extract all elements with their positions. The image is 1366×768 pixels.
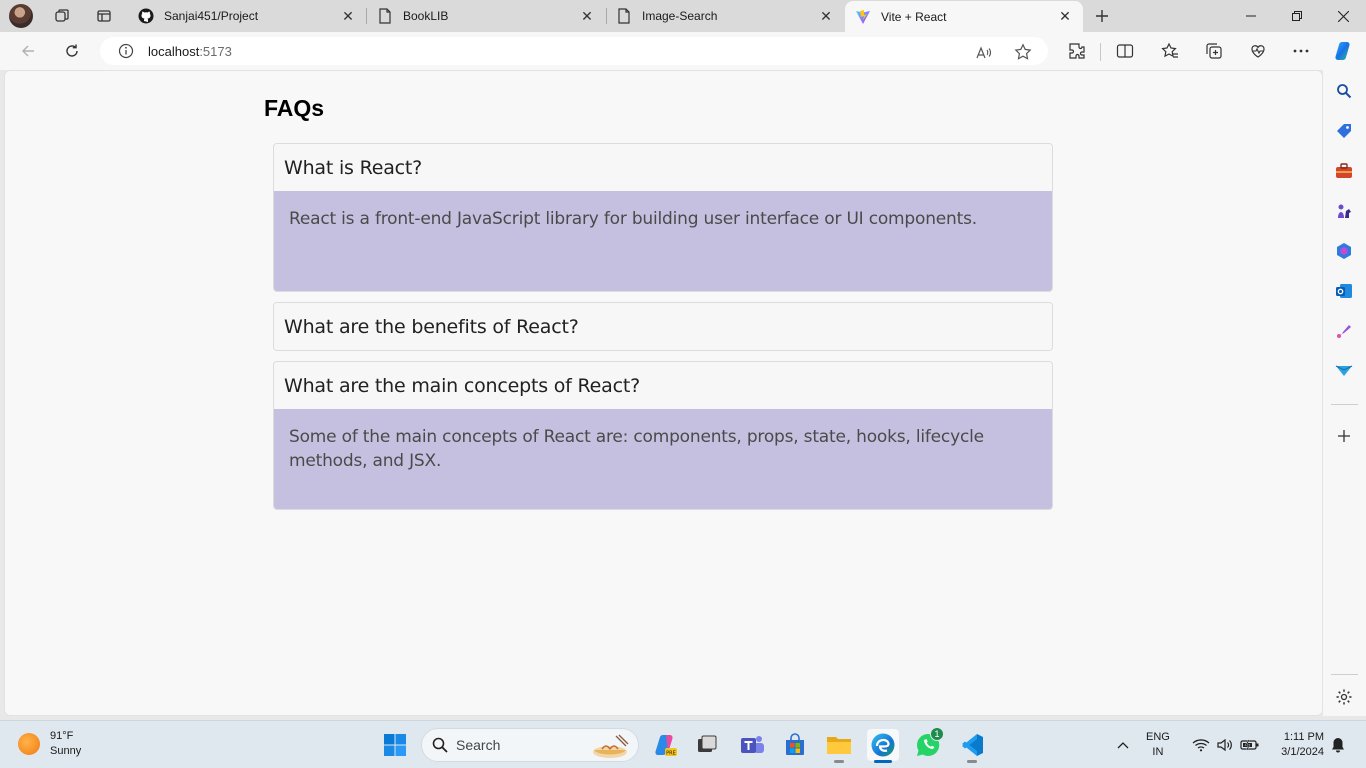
whatsapp-icon[interactable]: 1 (912, 727, 944, 761)
site-info-icon[interactable] (118, 43, 134, 59)
clock-date: 3/1/2024 (1281, 746, 1324, 758)
address-bar[interactable]: localhost:5173 (100, 37, 1048, 65)
faq-question[interactable]: What is React? (274, 144, 1052, 191)
notification-bell-icon[interactable] (1331, 721, 1345, 768)
faq-question[interactable]: What are the benefits of React? (274, 303, 1052, 350)
microsoft-365-icon[interactable] (1334, 241, 1354, 261)
edge-taskbar-icon[interactable] (867, 729, 899, 763)
url-text: localhost:5173 (148, 43, 232, 59)
language-indicator[interactable]: ENG IN (1146, 721, 1170, 768)
faq-item: What are the main concepts of React? Som… (273, 361, 1053, 510)
copilot-taskbar-icon[interactable]: PRE (648, 729, 680, 761)
extensions-icon[interactable] (1066, 40, 1088, 62)
page-viewport: FAQs What is React? React is a front-end… (4, 70, 1323, 716)
tab-title: Image-Search (642, 9, 718, 23)
page-title: FAQs (264, 95, 325, 121)
system-clock[interactable]: 1:11 PM 3/1/2024 (1270, 721, 1324, 768)
restore-icon[interactable] (1274, 0, 1320, 32)
language-region: IN (1152, 746, 1164, 758)
favorites-icon[interactable] (1159, 40, 1181, 62)
close-tab-icon[interactable]: ✕ (340, 8, 356, 24)
edge-sidebar (1323, 70, 1366, 716)
read-aloud-icon[interactable] (975, 44, 993, 62)
sun-icon (18, 733, 40, 755)
page-icon (377, 8, 393, 24)
new-tab-icon[interactable] (1092, 6, 1112, 26)
search-icon (432, 737, 448, 753)
tab-booklib[interactable]: BookLIB ✕ (367, 0, 605, 32)
vite-icon (855, 9, 871, 25)
tab-vite-react[interactable]: Vite + React ✕ (845, 1, 1083, 32)
tab-image-search[interactable]: Image-Search ✕ (606, 0, 844, 32)
search-icon[interactable] (1334, 81, 1354, 101)
search-highlight-noodles-icon (590, 732, 630, 760)
shopping-tag-icon[interactable] (1334, 121, 1354, 141)
windows-taskbar: 91°F Sunny Search PRE 1 ENG IN 1:11 PM 3… (0, 720, 1366, 768)
split-screen-icon[interactable] (1114, 40, 1136, 62)
page-icon (616, 8, 632, 24)
copilot-icon[interactable] (1332, 40, 1354, 62)
file-explorer-icon[interactable] (823, 729, 855, 763)
weather-widget[interactable]: 91°F Sunny (18, 729, 81, 759)
tray-overflow-chevron-icon[interactable] (1116, 721, 1130, 768)
games-chess-icon[interactable] (1334, 201, 1354, 221)
github-icon (138, 8, 154, 24)
faq-item: What are the benefits of React? (273, 302, 1053, 351)
tab-strip: Sanjai451/Project ✕ BookLIB ✕ Image-Sear… (0, 0, 1366, 32)
refresh-icon[interactable] (61, 40, 83, 62)
volume-icon[interactable] (1216, 721, 1234, 768)
collections-icon[interactable] (1203, 40, 1225, 62)
taskbar-search[interactable]: Search (421, 728, 639, 762)
vscode-icon[interactable] (956, 729, 988, 763)
close-window-icon[interactable] (1320, 0, 1366, 32)
microsoft-store-icon[interactable] (779, 729, 811, 761)
browser-toolbar: localhost:5173 (0, 32, 1366, 70)
weather-temp: 91°F (50, 730, 74, 742)
close-tab-icon[interactable]: ✕ (579, 8, 595, 24)
faq-answer: Some of the main concepts of React are: … (274, 409, 1052, 509)
tools-briefcase-icon[interactable] (1334, 161, 1354, 181)
workspaces-icon[interactable] (52, 6, 72, 26)
send-icon[interactable] (1334, 361, 1354, 381)
more-menu-icon[interactable] (1290, 40, 1312, 62)
tab-title: Vite + React (881, 9, 947, 24)
settings-gear-icon[interactable] (1334, 687, 1354, 707)
search-label: Search (456, 737, 501, 753)
notification-badge: 1 (930, 727, 944, 741)
task-view-icon[interactable] (691, 729, 723, 761)
favorite-star-icon[interactable] (1014, 43, 1032, 61)
clock-time: 1:11 PM (1283, 731, 1324, 743)
battery-icon[interactable] (1240, 721, 1260, 768)
weather-condition: Sunny (50, 745, 82, 757)
tab-title: Sanjai451/Project (164, 9, 259, 23)
faq-question[interactable]: What are the main concepts of React? (274, 362, 1052, 409)
svg-text:PRE: PRE (666, 751, 676, 757)
faq-answer: React is a front-end JavaScript library … (274, 191, 1052, 291)
wifi-icon[interactable] (1192, 721, 1210, 768)
outlook-icon[interactable] (1334, 281, 1354, 301)
tab-actions-icon[interactable] (94, 6, 114, 26)
tab-title: BookLIB (403, 9, 449, 23)
browser-essentials-icon[interactable] (1247, 40, 1269, 62)
tab-github[interactable]: Sanjai451/Project ✕ (128, 0, 366, 32)
profile-avatar[interactable] (9, 4, 33, 28)
language-code: ENG (1146, 731, 1170, 743)
add-icon[interactable] (1334, 426, 1354, 446)
close-tab-icon[interactable]: ✕ (818, 8, 834, 24)
minimize-icon[interactable] (1228, 0, 1274, 32)
start-button[interactable] (379, 729, 411, 761)
teams-icon[interactable] (736, 729, 768, 761)
designer-icon[interactable] (1334, 321, 1354, 341)
back-icon[interactable] (17, 40, 39, 62)
close-tab-icon[interactable]: ✕ (1057, 8, 1073, 25)
faq-item: What is React? React is a front-end Java… (273, 143, 1053, 292)
